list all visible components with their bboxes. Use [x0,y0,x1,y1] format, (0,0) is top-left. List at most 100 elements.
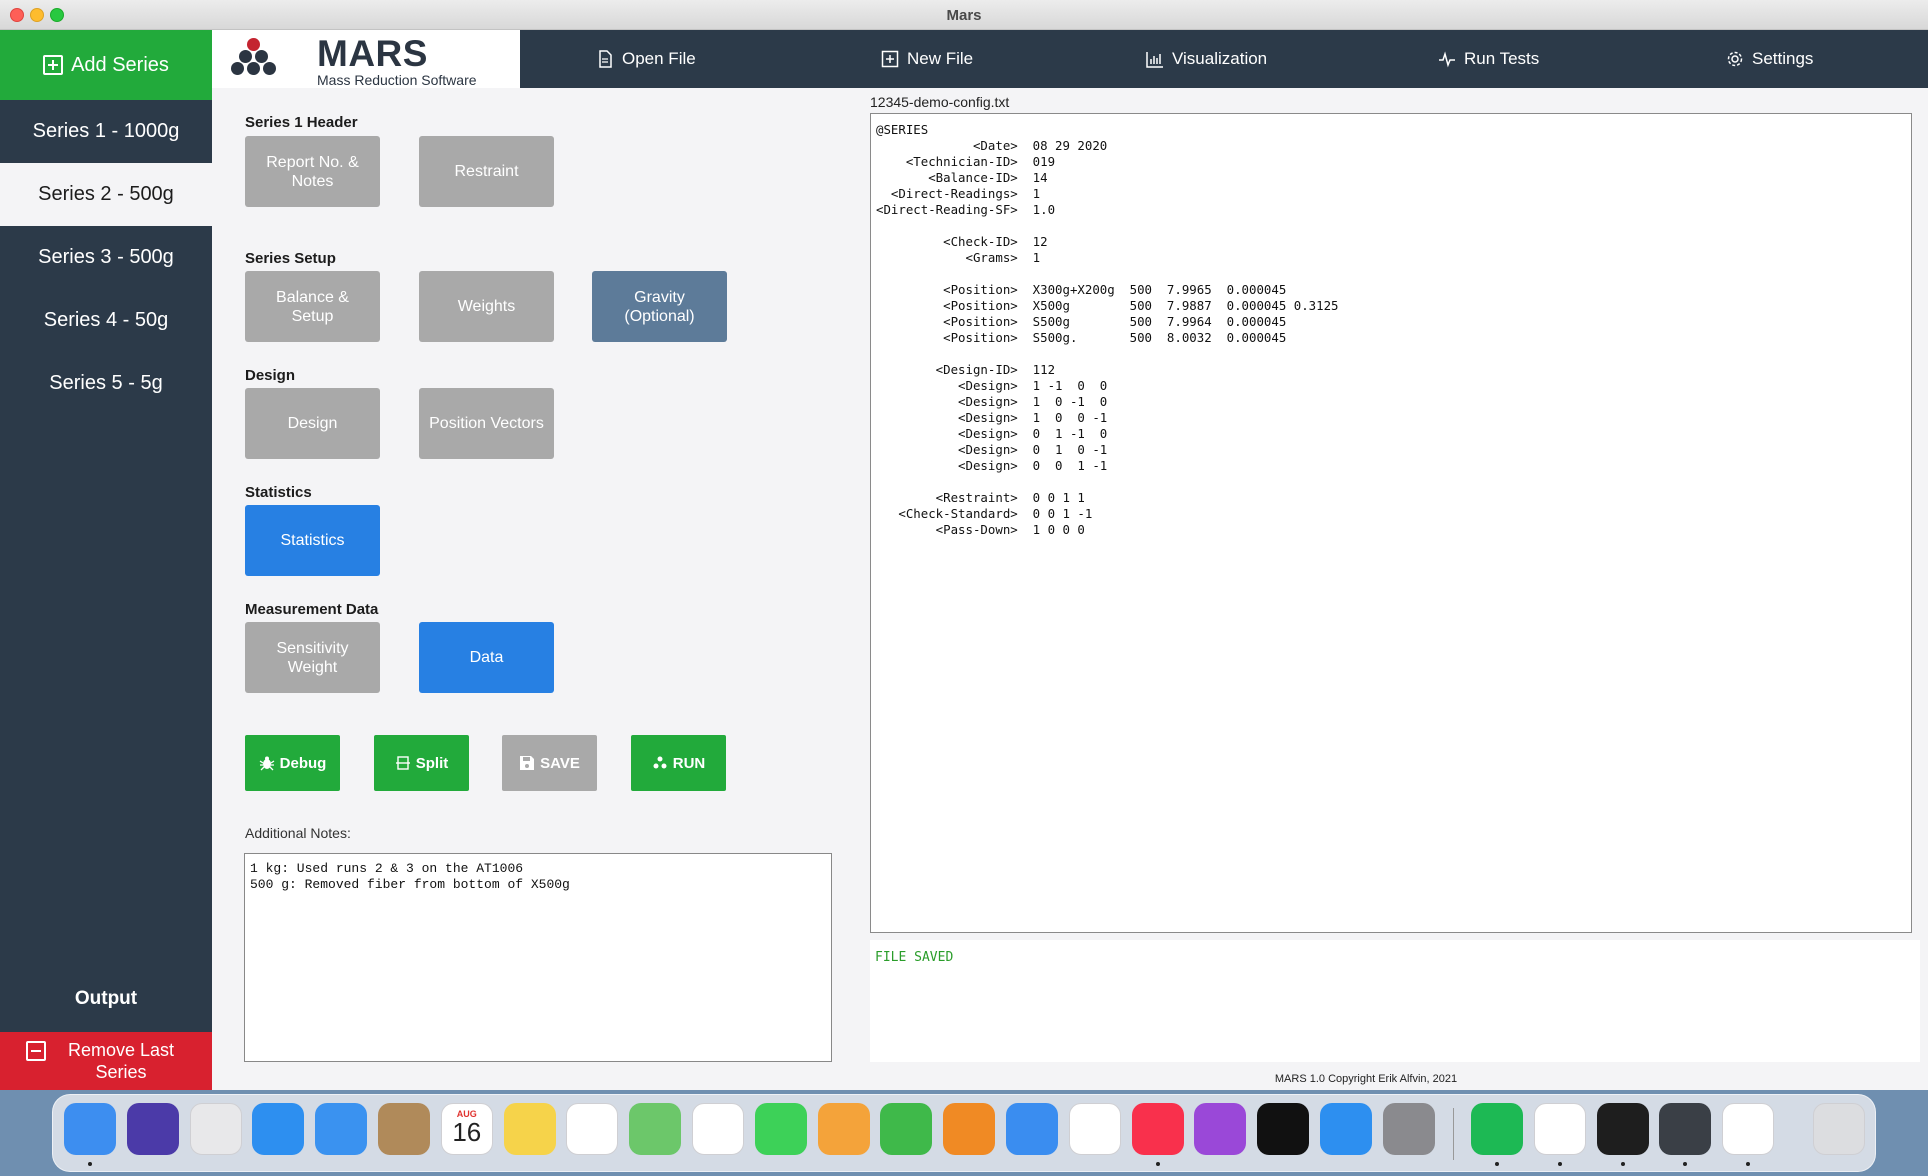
balance-setup-button[interactable]: Balance & Setup [245,271,380,342]
vscode-icon[interactable] [1722,1103,1775,1155]
running-indicator [1557,1162,1562,1166]
position-vectors-button[interactable]: Position Vectors [419,388,554,459]
nav-visualization-label: Visualization [1172,49,1268,68]
sidebar-item-series-1[interactable]: Series 1 - 1000g [0,100,212,163]
nav-settings[interactable]: Settings [1726,30,1813,88]
remove-series-label: Remove Last Series [67,1040,175,1082]
app-store-icon[interactable] [1320,1103,1372,1155]
sidebar-item-series-2[interactable]: Series 2 - 500g [0,163,212,226]
restraint-button[interactable]: Restraint [419,136,554,207]
music-icon[interactable] [1131,1103,1184,1155]
config-editor[interactable]: @SERIES <Date> 08 29 2020 <Technician-ID… [870,113,1912,933]
additional-notes-textarea[interactable]: 1 kg: Used runs 2 & 3 on the AT1006 500 … [244,853,832,1062]
weights-button[interactable]: Weights [419,271,554,342]
trash-icon[interactable] [1813,1103,1865,1155]
chrome-icon[interactable] [1533,1103,1586,1155]
data-button[interactable]: Data [419,622,554,693]
app-logo: MARS Mass Reduction Software [212,30,520,88]
running-indicator [88,1162,92,1166]
logo-subtitle: Mass Reduction Software [317,72,477,88]
maps-icon[interactable] [629,1103,682,1155]
run-label: RUN [672,754,706,772]
nav-new-file[interactable]: New File [881,30,973,88]
kivy-icon[interactable] [1659,1103,1712,1155]
nav-run-tests-label: Run Tests [1464,49,1540,68]
notes-icon[interactable] [503,1103,556,1155]
output-console: FILE SAVED [870,940,1920,1062]
finder-icon[interactable] [64,1103,116,1155]
sidebar-item-series-5[interactable]: Series 5 - 5g [0,352,212,415]
nav-open-file-label: Open File [622,49,696,68]
measurement-data-heading: Measurement Data [245,601,379,618]
debug-label: Debug [279,754,327,772]
logo-title: MARS [317,33,428,74]
books-icon[interactable] [943,1103,996,1155]
mail-icon[interactable] [315,1103,368,1155]
series-sidebar: Add Series Series 1 - 1000g Series 2 - 5… [0,30,212,1090]
debug-button[interactable]: Debug [245,735,340,791]
floppy-disk-icon [520,756,535,770]
add-series-button[interactable]: Add Series [0,30,212,100]
nav-run-tests[interactable]: Run Tests [1438,30,1539,88]
window-title: Mars [946,7,982,24]
plus-square-icon [881,50,899,68]
photos-icon[interactable] [692,1103,744,1155]
split-label: Split [415,754,449,772]
reminders-icon[interactable] [566,1103,619,1155]
numbers-icon[interactable] [880,1103,933,1155]
series-config-panel: Series 1 Header Report No. & Notes Restr… [212,88,860,1090]
config-filename: 12345-demo-config.txt [870,94,1010,110]
nav-new-file-label: New File [907,49,974,68]
calendar-icon[interactable]: AUG 16 [440,1103,493,1155]
split-icon [395,756,410,770]
sidebar-item-series-4[interactable]: Series 4 - 50g [0,289,212,352]
design-button[interactable]: Design [245,388,380,459]
terminal-icon[interactable] [1596,1103,1649,1155]
run-button[interactable]: RUN [631,735,726,791]
contacts-icon[interactable] [378,1103,430,1155]
series-header-heading: Series 1 Header [245,114,358,131]
remove-last-series-button[interactable]: Remove Last Series [0,1032,212,1090]
statistics-button[interactable]: Statistics [245,505,380,576]
running-indicator [1620,1162,1625,1166]
plus-square-icon [43,55,64,75]
split-button[interactable]: Split [374,735,469,791]
bug-icon [259,756,275,771]
sidebar-item-series-3[interactable]: Series 3 - 500g [0,226,212,289]
output-button[interactable]: Output [0,988,212,1010]
report-notes-button[interactable]: Report No. & Notes [245,136,380,207]
calendar-day: 16 [452,1117,482,1147]
bar-chart-icon [1146,52,1163,68]
dock-divider [1453,1108,1454,1160]
design-heading: Design [245,367,296,384]
spotify-icon[interactable] [1471,1103,1523,1155]
save-label: SAVE [540,754,580,772]
nav-settings-label: Settings [1752,49,1814,68]
tv-icon[interactable] [1257,1103,1310,1155]
running-indicator [1155,1162,1160,1166]
safari-icon[interactable] [252,1103,305,1155]
sensitivity-weight-button[interactable]: Sensitivity Weight [245,622,380,693]
pulse-icon [1439,51,1455,68]
running-indicator [1495,1162,1499,1166]
window-titlebar: Mars [0,0,1928,30]
launchpad-icon[interactable] [189,1103,242,1155]
keynote-icon[interactable] [1006,1103,1058,1155]
news-icon[interactable] [1068,1103,1121,1155]
podcasts-icon[interactable] [1194,1103,1247,1155]
save-button[interactable]: SAVE [502,735,597,791]
series-setup-heading: Series Setup [245,250,336,267]
cubes-icon [653,756,667,769]
pages-icon[interactable] [817,1103,870,1155]
system-preferences-icon[interactable] [1382,1103,1435,1155]
statistics-heading: Statistics [245,484,312,501]
nav-visualization[interactable]: Visualization [1146,30,1267,88]
messages-icon[interactable] [754,1103,807,1155]
siri-icon[interactable] [126,1103,179,1155]
add-series-label: Add Series [71,53,169,76]
gravity-button[interactable]: Gravity (Optional) [592,271,727,342]
nav-open-file[interactable]: Open File [596,30,696,88]
minus-square-icon [26,1041,46,1061]
copyright-text: MARS 1.0 Copyright Erik Alfvin, 2021 [1274,1073,1458,1085]
additional-notes-label: Additional Notes: [245,825,351,841]
